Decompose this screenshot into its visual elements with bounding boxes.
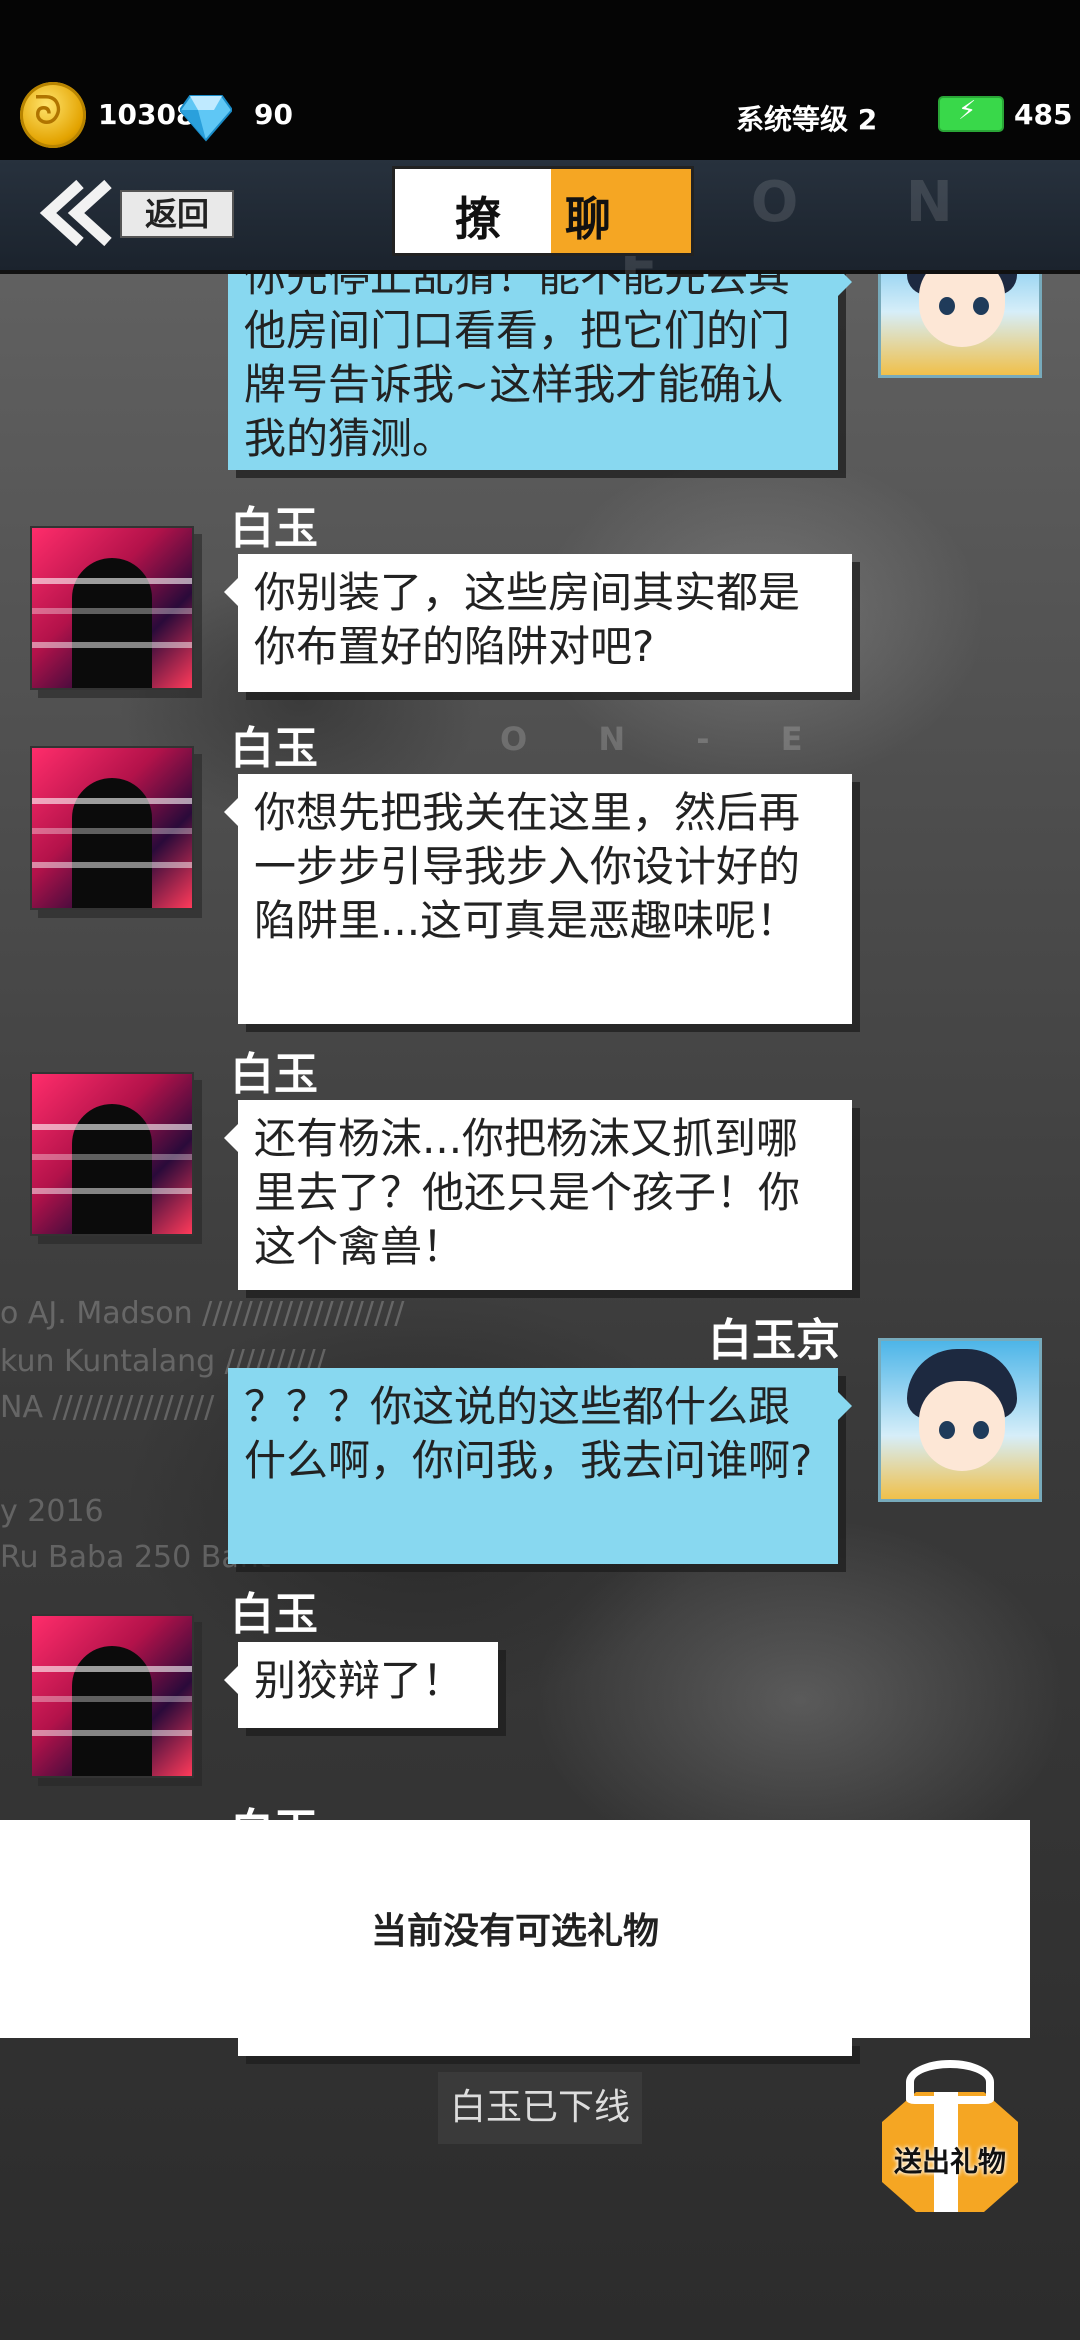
sender-name: 白玉 (230, 1589, 318, 1640)
sender-name: 白玉 (230, 1049, 318, 1100)
title-part-1: 撩 (455, 192, 501, 246)
coin-icon (20, 82, 86, 148)
sender-name: 白玉 (230, 1794, 318, 1820)
chat-bubble[interactable]: 还有杨沫...你把杨沫又抓到哪里去了？他还只是个孩子！你这个禽兽！ (224, 1100, 852, 1290)
header-bar: - O N E 返回 撩 聊 (0, 160, 1080, 300)
hidden-bubble-edge (238, 2038, 852, 2056)
sender-name: 白玉 (230, 723, 318, 774)
chat-bubble[interactable]: 别狡辩了！ (224, 1642, 498, 1728)
back-label: 返回 (120, 190, 234, 238)
gem-count: 90 (254, 98, 293, 131)
diamond-icon (180, 95, 232, 142)
title-part-2: 聊 (565, 192, 611, 246)
send-gift-button[interactable]: 送出礼物 (870, 2058, 1030, 2218)
glitch-avatar[interactable] (30, 1614, 194, 1778)
status-bar: 10308 90 系统等级 2 ⚡ 485 (0, 0, 1080, 160)
glitch-avatar[interactable] (30, 1072, 194, 1236)
energy-count: 485 (1014, 98, 1073, 131)
chat-bubble[interactable]: ？？？你这说的这些都什么跟什么啊，你问我，我去问谁啊? (228, 1368, 852, 1564)
chat-list[interactable]: 你先停止乱猜！能不能先去其他房间门口看看，把它们的门牌号告诉我~这样我才能确认我… (0, 274, 1080, 1820)
back-button[interactable]: 返回 (36, 172, 234, 252)
page-title: 撩 聊 (392, 166, 694, 256)
system-level: 系统等级 2 (736, 103, 878, 136)
gift-bow (906, 2060, 994, 2104)
send-gift-label: 送出礼物 (893, 2145, 1006, 2178)
no-gift-popup: 当前没有可选礼物 (0, 1820, 1030, 2038)
sender-name: 白玉 (230, 503, 318, 554)
glitch-avatar[interactable] (30, 526, 194, 690)
glitch-avatar[interactable] (30, 746, 194, 910)
sender-name: 白玉京 (708, 1315, 840, 1366)
chat-bubble[interactable]: 你先停止乱猜！能不能先去其他房间门口看看，把它们的门牌号告诉我~这样我才能确认我… (228, 274, 852, 470)
boy-avatar[interactable] (878, 1338, 1042, 1502)
boy-avatar[interactable] (878, 274, 1042, 378)
offline-notice: 白玉已下线 (438, 2072, 642, 2144)
chat-bubble[interactable]: 你想先把我关在这里，然后再一步步引导我步入你设计好的陷阱里...这可真是恶趣味呢… (224, 774, 852, 1024)
energy-icon: ⚡ (938, 96, 1004, 132)
back-chevron-icon (39, 179, 112, 247)
popup-message: 当前没有可选礼物 (370, 1911, 659, 1952)
chat-bubble[interactable]: 你别装了，这些房间其实都是你布置好的陷阱对吧? (224, 554, 852, 692)
